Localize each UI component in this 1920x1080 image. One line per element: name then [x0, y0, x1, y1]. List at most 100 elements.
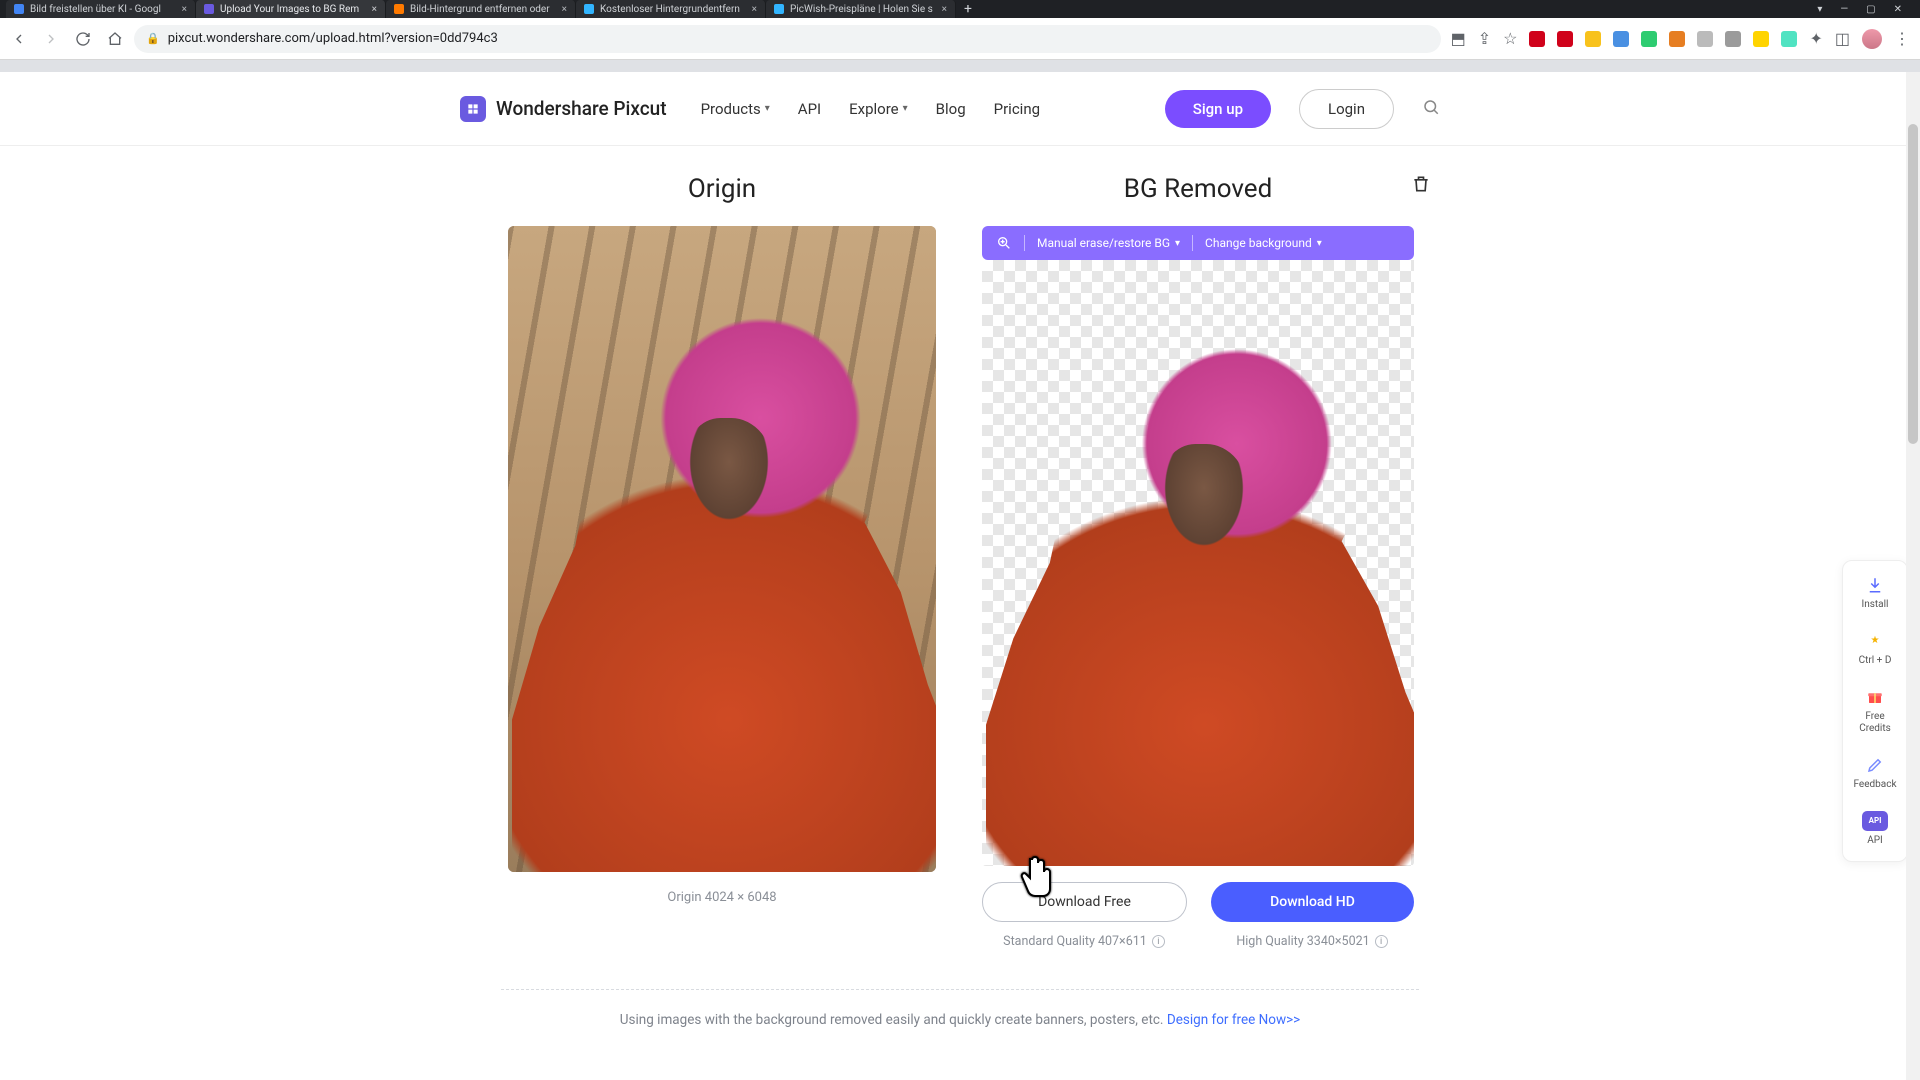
high-quality-label: High Quality 3340×5021 i: [1210, 934, 1414, 949]
tab-title: Bild-Hintergrund entfernen oder: [410, 4, 556, 15]
removed-title: BG Removed: [1124, 174, 1272, 204]
nav-pricing[interactable]: Pricing: [994, 100, 1040, 118]
browser-tab[interactable]: Upload Your Images to BG Rem ×: [196, 0, 386, 18]
extension-icon[interactable]: [1641, 31, 1657, 47]
close-icon[interactable]: ×: [752, 4, 757, 15]
close-window-icon[interactable]: ✕: [1894, 4, 1902, 15]
extensions-puzzle-icon[interactable]: ✦: [1809, 29, 1822, 48]
reload-icon[interactable]: [74, 30, 92, 48]
rail-free-credits[interactable]: FreeCredits: [1859, 687, 1891, 735]
share-icon[interactable]: ⇪: [1478, 29, 1491, 48]
extension-icon[interactable]: [1781, 31, 1797, 47]
extension-icon[interactable]: [1669, 31, 1685, 47]
rail-bookmark[interactable]: ★ Ctrl + D: [1859, 631, 1892, 667]
profile-avatar-icon[interactable]: [1862, 29, 1882, 49]
close-icon[interactable]: ×: [562, 4, 567, 15]
kebab-menu-icon[interactable]: ⋮: [1894, 29, 1910, 48]
url-input[interactable]: 🔒 pixcut.wondershare.com/upload.html?ver…: [134, 25, 1441, 53]
close-icon[interactable]: ×: [182, 4, 187, 15]
rail-api[interactable]: API API: [1862, 811, 1888, 847]
back-icon[interactable]: [10, 30, 28, 48]
tab-title: Bild freistellen über KI - Googl: [30, 4, 176, 15]
favicon-icon: [204, 4, 214, 14]
browser-tab[interactable]: Bild freistellen über KI - Googl ×: [6, 0, 196, 18]
chevron-down-icon: ▾: [1175, 238, 1180, 249]
browser-chrome: Bild freistellen über KI - Googl × Uploa…: [0, 0, 1920, 72]
floating-rail: Install ★ Ctrl + D FreeCredits Feedback …: [1842, 560, 1908, 862]
favicon-icon: [774, 4, 784, 14]
maximize-icon[interactable]: ▢: [1866, 4, 1875, 15]
zoom-in-icon[interactable]: [996, 235, 1012, 251]
chevron-down-icon: ▾: [903, 103, 908, 114]
chevron-down-icon[interactable]: ▾: [1817, 4, 1822, 15]
nav-products[interactable]: Products▾: [701, 100, 770, 118]
nav-api[interactable]: API: [798, 100, 821, 118]
favicon-icon: [14, 4, 24, 14]
extension-icon[interactable]: [1725, 31, 1741, 47]
browser-tab[interactable]: Kostenloser Hintergrundentfern ×: [576, 0, 766, 18]
chevron-down-icon: ▾: [1317, 238, 1322, 249]
minimize-icon[interactable]: —: [1840, 4, 1848, 15]
scrollbar-thumb[interactable]: [1908, 124, 1918, 444]
info-icon[interactable]: i: [1375, 935, 1388, 948]
download-icon: [1865, 575, 1885, 595]
new-tab-button[interactable]: +: [956, 1, 980, 17]
gift-icon: [1865, 687, 1885, 707]
result-image: [982, 260, 1414, 866]
origin-panel: Origin Origin 4024 × 6048: [501, 174, 943, 949]
tab-title: Upload Your Images to BG Rem: [220, 4, 366, 15]
change-background-button[interactable]: Change background ▾: [1205, 236, 1322, 250]
design-free-link[interactable]: Design for free Now>>: [1167, 1012, 1300, 1028]
info-icon[interactable]: i: [1152, 935, 1165, 948]
pencil-icon: [1865, 755, 1885, 775]
close-icon[interactable]: ×: [942, 4, 947, 15]
rail-install[interactable]: Install: [1862, 575, 1889, 611]
tab-title: PicWish-Preispläne | Holen Sie s: [790, 4, 936, 15]
side-panel-icon[interactable]: ◫: [1835, 29, 1850, 48]
api-badge-icon: API: [1862, 811, 1888, 831]
tab-title: Kostenloser Hintergrundentfern: [600, 4, 746, 15]
footer-cta: Using images with the background removed…: [501, 989, 1419, 1028]
extension-icon[interactable]: [1753, 31, 1769, 47]
nav-explore[interactable]: Explore▾: [849, 100, 908, 118]
browser-tab[interactable]: Bild-Hintergrund entfernen oder ×: [386, 0, 576, 18]
result-toolbar: Manual erase/restore BG ▾ Change backgro…: [982, 226, 1414, 260]
manual-erase-button[interactable]: Manual erase/restore BG ▾: [1037, 236, 1180, 250]
download-free-button[interactable]: Download Free: [982, 882, 1187, 922]
browser-tab[interactable]: PicWish-Preispläne | Holen Sie s ×: [766, 0, 956, 18]
extension-icon[interactable]: [1557, 31, 1573, 47]
site-header: Wondershare Pixcut Products▾ API Explore…: [0, 72, 1920, 146]
search-icon[interactable]: [1422, 98, 1440, 120]
brand[interactable]: Wondershare Pixcut: [460, 96, 667, 122]
main-stage: Origin Origin 4024 × 6048 BG Removed: [0, 146, 1920, 1028]
extension-icon[interactable]: [1529, 31, 1545, 47]
origin-caption: Origin 4024 × 6048: [667, 890, 776, 905]
toolbar-extensions: ⬒ ⇪ ☆ ✦ ◫ ⋮: [1451, 29, 1910, 49]
login-button[interactable]: Login: [1299, 89, 1394, 129]
chevron-down-icon: ▾: [765, 103, 770, 114]
nav-blog[interactable]: Blog: [936, 100, 966, 118]
favicon-icon: [394, 4, 404, 14]
bookmark-star-icon[interactable]: ☆: [1503, 29, 1517, 48]
install-app-icon[interactable]: ⬒: [1451, 29, 1466, 48]
lock-icon: 🔒: [146, 32, 160, 45]
origin-image: [508, 226, 936, 872]
signup-button[interactable]: Sign up: [1165, 90, 1271, 128]
extension-icon[interactable]: [1697, 31, 1713, 47]
origin-title: Origin: [688, 174, 756, 204]
close-icon[interactable]: ×: [372, 4, 377, 15]
extension-icon[interactable]: [1585, 31, 1601, 47]
page-scrollbar[interactable]: [1906, 72, 1920, 1080]
forward-icon[interactable]: [42, 30, 60, 48]
removed-panel: BG Removed Manual erase/restore BG ▾: [977, 174, 1419, 949]
home-icon[interactable]: [106, 30, 124, 48]
extension-icon[interactable]: [1613, 31, 1629, 47]
url-text: pixcut.wondershare.com/upload.html?versi…: [168, 31, 498, 46]
star-icon: ★: [1865, 631, 1885, 651]
brand-name: Wondershare Pixcut: [496, 97, 667, 120]
rail-feedback[interactable]: Feedback: [1853, 755, 1896, 791]
window-controls: ▾ — ▢ ✕: [1817, 4, 1914, 15]
trash-icon[interactable]: [1411, 174, 1431, 198]
favicon-icon: [584, 4, 594, 14]
download-hd-button[interactable]: Download HD: [1211, 882, 1414, 922]
